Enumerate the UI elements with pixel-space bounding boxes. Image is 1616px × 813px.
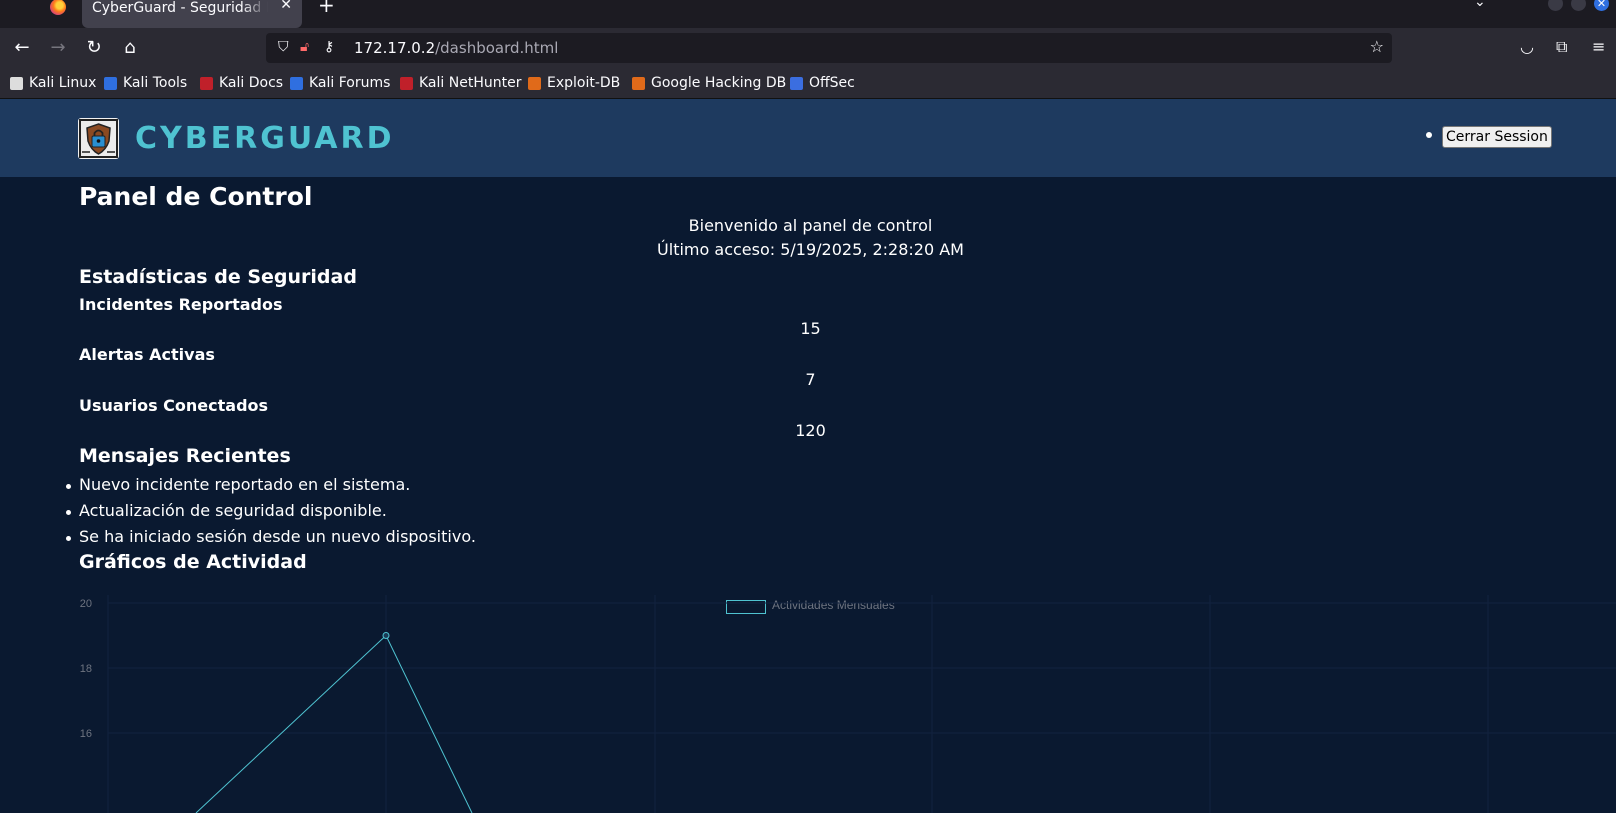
bookmark-label: Kali Tools bbox=[123, 75, 188, 91]
messages-heading: Mensajes Recientes bbox=[79, 445, 291, 467]
stat-value-incidents: 15 bbox=[800, 319, 821, 338]
bookmarks-toolbar: Kali Linux Kali Tools Kali Docs Kali For… bbox=[0, 68, 1616, 99]
bookmark-exploit-db[interactable]: Exploit-DB bbox=[528, 75, 620, 91]
stat-label-users: Usuarios Conectados bbox=[79, 396, 269, 415]
page-content: CYBERGUARD Cerrar Session Panel de Contr… bbox=[0, 99, 1616, 813]
tab-list-chevron-icon[interactable]: ⌄ bbox=[1474, 0, 1486, 10]
browser-tab-active[interactable]: CyberGuard - Seguridad Digital ✕ bbox=[82, 0, 302, 28]
activity-line-chart: 20 18 16 bbox=[80, 595, 1616, 813]
brand-name: CYBERGUARD bbox=[135, 121, 395, 156]
ghdb-icon bbox=[632, 76, 645, 90]
bookmark-label: Kali NetHunter bbox=[419, 75, 522, 91]
page-title: Panel de Control bbox=[79, 182, 313, 211]
exploit-db-icon bbox=[528, 76, 541, 90]
offsec-icon bbox=[790, 76, 803, 90]
back-arrow-icon[interactable]: ← bbox=[10, 36, 34, 60]
welcome-text: Bienvenido al panel de control bbox=[688, 216, 933, 235]
stats-heading: Estadísticas de Seguridad bbox=[79, 266, 357, 288]
last-access-text: Último acceso: 5/19/2025, 2:28:20 AM bbox=[657, 240, 964, 259]
chart-series-line bbox=[195, 634, 473, 813]
tab-title: CyberGuard - Seguridad Digital bbox=[92, 0, 268, 16]
menu-hamburger-icon[interactable]: ≡ bbox=[1592, 37, 1605, 56]
kali-dragon-icon bbox=[10, 76, 23, 90]
bookmark-kali-docs[interactable]: Kali Docs bbox=[200, 75, 283, 91]
y-tick-label: 20 bbox=[80, 598, 92, 610]
stat-value-users: 120 bbox=[795, 421, 826, 440]
bookmark-kali-linux[interactable]: Kali Linux bbox=[10, 75, 96, 91]
tab-close-icon[interactable]: ✕ bbox=[280, 0, 292, 13]
bookmark-label: Exploit-DB bbox=[547, 75, 621, 91]
window-minimize-icon[interactable] bbox=[1548, 0, 1563, 11]
browser-nav-bar: ← → ↻ ⌂ ⛉ 🔓︎ ⚷ 172.17.0.2/dashboard.html… bbox=[0, 28, 1616, 68]
list-item: Nuevo incidente reportado en el sistema. bbox=[65, 475, 411, 494]
nav-bullet bbox=[1426, 132, 1432, 138]
bookmark-offsec[interactable]: OffSec bbox=[790, 75, 855, 91]
url-path: /dashboard.html bbox=[435, 39, 559, 57]
list-item: Actualización de seguridad disponible. bbox=[66, 501, 387, 520]
bookmark-label: OffSec bbox=[809, 75, 855, 91]
bookmark-label: Kali Forums bbox=[309, 75, 391, 91]
charts-heading: Gráficos de Actividad bbox=[79, 551, 307, 573]
window-close-icon[interactable]: ✕ bbox=[1594, 0, 1609, 11]
reload-icon[interactable]: ↻ bbox=[82, 36, 106, 60]
kali-tools-icon bbox=[104, 76, 117, 90]
stat-value-alerts: 7 bbox=[805, 370, 816, 389]
bookmark-kali-tools[interactable]: Kali Tools bbox=[104, 75, 187, 91]
stat-label-incidents: Incidentes Reportados bbox=[79, 295, 283, 314]
home-icon[interactable]: ⌂ bbox=[118, 36, 142, 60]
nethunter-icon bbox=[400, 76, 413, 90]
bookmark-star-icon[interactable]: ☆ bbox=[1370, 37, 1384, 56]
firefox-icon[interactable] bbox=[40, 0, 76, 28]
window-maximize-icon[interactable] bbox=[1571, 0, 1586, 11]
url-bar[interactable]: ⛉ 🔓︎ ⚷ 172.17.0.2/dashboard.html ☆ bbox=[266, 33, 1392, 63]
stat-label-alerts: Alertas Activas bbox=[79, 345, 215, 364]
insecure-lock-icon[interactable]: 🔓︎ bbox=[300, 39, 309, 55]
bookmark-label: Kali Linux bbox=[29, 75, 97, 91]
new-tab-plus-icon[interactable]: + bbox=[318, 0, 335, 17]
bookmark-kali-nethunter[interactable]: Kali NetHunter bbox=[400, 75, 521, 91]
browser-tab-bar: CyberGuard - Seguridad Digital ✕ + ⌄ ✕ bbox=[0, 0, 1616, 28]
forward-arrow-icon[interactable]: → bbox=[46, 36, 70, 60]
pocket-icon[interactable]: ◡ bbox=[1520, 37, 1534, 56]
chart-data-point bbox=[382, 632, 390, 639]
shield-icon[interactable]: ⛉ bbox=[278, 39, 289, 55]
kali-forums-icon bbox=[290, 76, 303, 90]
kali-docs-icon bbox=[200, 76, 213, 90]
site-header: CYBERGUARD Cerrar Session bbox=[0, 99, 1616, 177]
y-tick-label: 18 bbox=[80, 663, 92, 675]
list-item: Se ha iniciado sesión desde un nuevo dis… bbox=[66, 527, 476, 546]
shield-lock-logo-icon bbox=[78, 118, 119, 159]
bookmark-label: Kali Docs bbox=[219, 75, 284, 91]
url-host: 172.17.0.2 bbox=[354, 39, 436, 57]
y-tick-label: 16 bbox=[80, 728, 92, 740]
bookmark-google-hacking-db[interactable]: Google Hacking DB bbox=[632, 75, 786, 91]
bookmark-label: Google Hacking DB bbox=[651, 75, 787, 91]
extensions-icon[interactable]: ⧉ bbox=[1556, 37, 1567, 57]
key-icon[interactable]: ⚷ bbox=[324, 39, 334, 55]
bookmark-kali-forums[interactable]: Kali Forums bbox=[290, 75, 390, 91]
url-text[interactable]: 172.17.0.2/dashboard.html bbox=[354, 39, 558, 57]
logout-button[interactable]: Cerrar Session bbox=[1442, 126, 1552, 148]
